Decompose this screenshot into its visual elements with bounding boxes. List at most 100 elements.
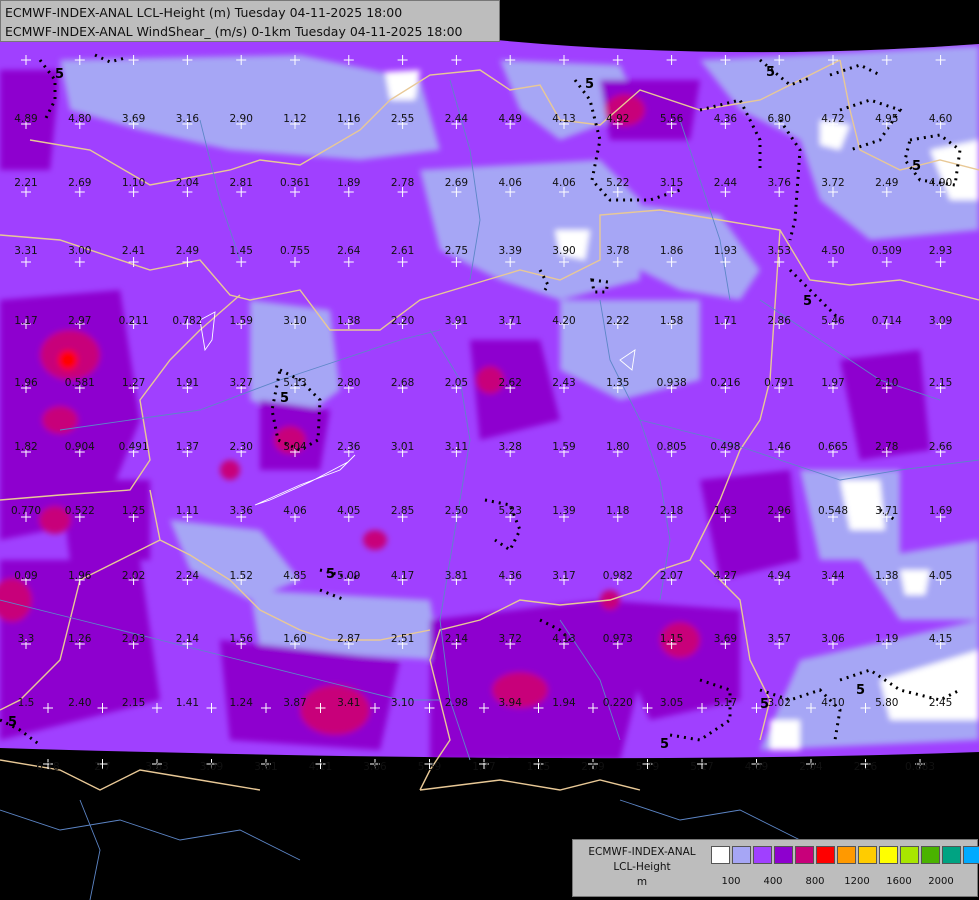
grid-value-label: 3.76 bbox=[768, 177, 792, 189]
grid-value-label: 1.46 bbox=[768, 441, 792, 453]
grid-value-label: 2.22 bbox=[606, 315, 629, 327]
grid-value-label: 2.15 bbox=[929, 377, 952, 389]
grid-value-label: 3.81 bbox=[445, 570, 468, 582]
grid-value-label: 3.09 bbox=[929, 315, 952, 327]
grid-value-label: 2.69 bbox=[68, 177, 91, 189]
grid-value-label: 1.12 bbox=[283, 113, 306, 125]
grid-value-label: 2.75 bbox=[445, 245, 468, 257]
grid-value-label: 1.58 bbox=[660, 315, 683, 327]
grid-value-label: 2.49 bbox=[875, 177, 898, 189]
grid-value-label: 2.61 bbox=[391, 245, 414, 257]
grid-value-label: 2.24 bbox=[176, 570, 200, 582]
grid-value-label: 2.50 bbox=[445, 505, 468, 517]
legend-tick-label: 2000 bbox=[928, 876, 954, 887]
grid-value-label: 4.11 bbox=[309, 761, 332, 773]
legend-swatch bbox=[900, 846, 919, 864]
grid-value-label: 4.89 bbox=[14, 113, 37, 125]
contour-label: 5 bbox=[803, 294, 812, 309]
grid-value-label: 4.94 bbox=[768, 570, 792, 582]
grid-value-label: 3.10 bbox=[283, 315, 306, 327]
grid-value-label: 4.60 bbox=[929, 113, 952, 125]
grid-value-label: 2.62 bbox=[499, 377, 522, 389]
grid-value-label: 0.216 bbox=[710, 377, 740, 389]
grid-value-label: 4.15 bbox=[929, 633, 952, 645]
grid-value-label: 2.93 bbox=[929, 245, 952, 257]
grid-value-label: 2.43 bbox=[552, 377, 575, 389]
grid-value-label: 1.96 bbox=[14, 377, 38, 389]
grid-value-label: 1.5 bbox=[18, 697, 35, 709]
grid-value-label: 2.96 bbox=[768, 505, 792, 517]
grid-value-label: 4.92 bbox=[606, 113, 629, 125]
grid-value-label: 1.77 bbox=[472, 761, 495, 773]
grid-value-label: 3.87 bbox=[283, 697, 306, 709]
grid-value-label: 2.44 bbox=[445, 113, 469, 125]
grid-value-label: 4.36 bbox=[499, 570, 523, 582]
grid-value-label: 1.17 bbox=[14, 315, 37, 327]
legend-variable: LCL-Height bbox=[613, 861, 671, 873]
grid-value-label: 2.51 bbox=[391, 633, 414, 645]
grid-value-label: 3.05 bbox=[660, 697, 683, 709]
grid-value-label: 6.80 bbox=[768, 113, 791, 125]
grid-value-label: 4.49 bbox=[499, 113, 522, 125]
grid-value-label: 0.938 bbox=[657, 377, 687, 389]
legend-swatches bbox=[711, 846, 979, 864]
map-title-box: ECMWF-INDEX-ANAL LCL-Height (m) Tuesday … bbox=[0, 0, 500, 42]
grid-value-label: 3.01 bbox=[391, 441, 414, 453]
grid-value-label: 1.45 bbox=[230, 245, 253, 257]
legend-swatch bbox=[795, 846, 814, 864]
grid-value-label: 0.211 bbox=[119, 315, 149, 327]
grid-value-label: 0.665 bbox=[818, 441, 848, 453]
grid-value-label: 5.17 bbox=[690, 761, 713, 773]
legend-ticks: 100 400 800 1200 1600 2000 bbox=[711, 876, 979, 892]
grid-value-label: 2.98 bbox=[445, 697, 468, 709]
legend-swatch bbox=[732, 846, 751, 864]
grid-value-label: 5.46 bbox=[821, 315, 845, 327]
grid-value-label: 1.71 bbox=[714, 315, 737, 327]
grid-value-label: 1.15 bbox=[527, 761, 550, 773]
grid-value-label: 2.03 bbox=[122, 633, 145, 645]
grid-value-label: 3.02 bbox=[768, 697, 791, 709]
grid-value-label: 1.69 bbox=[929, 505, 952, 517]
legend-swatch bbox=[774, 846, 793, 864]
color-legend: ECMWF-INDEX-ANAL LCL-Height m 100 400 800 1… bbox=[572, 839, 979, 897]
grid-value-label: 0.498 bbox=[710, 441, 740, 453]
grid-value-label: 1.18 bbox=[606, 505, 629, 517]
grid-value-label: 2.55 bbox=[391, 113, 414, 125]
contour-label: 5 bbox=[280, 391, 289, 406]
grid-value-label: 3.86 bbox=[363, 761, 387, 773]
grid-value-label: 2.04 bbox=[176, 177, 200, 189]
legend-swatch bbox=[879, 846, 898, 864]
grid-value-label: 4.05 bbox=[929, 570, 952, 582]
grid-value-label: 0.982 bbox=[603, 570, 633, 582]
grid-value-label: 2.04 bbox=[799, 761, 823, 773]
grid-value-label: 0.361 bbox=[280, 177, 310, 189]
grid-value-label: 5.17 bbox=[714, 697, 737, 709]
grid-value-label: 3.3 bbox=[18, 633, 35, 645]
grid-value-label: 3.36 bbox=[230, 505, 254, 517]
grid-value-label: 3.63 bbox=[145, 761, 168, 773]
grid-value-label: 4.72 bbox=[821, 113, 844, 125]
grid-value-label: 4.36 bbox=[714, 113, 738, 125]
grid-value-label: 1.15 bbox=[660, 633, 683, 645]
grid-value-label: 3.28 bbox=[499, 441, 522, 453]
grid-value-label: 0.782 bbox=[172, 315, 202, 327]
grid-value-label: 2.90 bbox=[230, 113, 253, 125]
grid-value-label: 2.20 bbox=[391, 315, 414, 327]
legend-unit: m bbox=[636, 876, 648, 888]
grid-value-label: 4.20 bbox=[552, 315, 575, 327]
grid-value-label: 1.60 bbox=[283, 633, 306, 645]
grid-value-label: 1.24 bbox=[230, 697, 254, 709]
grid-value-label: 1.59 bbox=[552, 441, 575, 453]
legend-tick-label: 1200 bbox=[844, 876, 870, 887]
grid-value-label: 3.53 bbox=[768, 245, 791, 257]
grid-value-label: 2.30 bbox=[230, 441, 253, 453]
grid-value-label: 3.90 bbox=[552, 245, 575, 257]
grid-value-label: 1.26 bbox=[68, 633, 92, 645]
grid-value-label: 2.05 bbox=[445, 377, 468, 389]
contour-label: 5 bbox=[912, 159, 921, 174]
grid-value-label: 3.71 bbox=[499, 315, 522, 327]
grid-value-label: 4.85 bbox=[283, 570, 306, 582]
grid-value-label: 1.16 bbox=[337, 113, 361, 125]
grid-value-label: 2.14 bbox=[176, 633, 200, 645]
grid-value-label: 3.71 bbox=[875, 505, 898, 517]
